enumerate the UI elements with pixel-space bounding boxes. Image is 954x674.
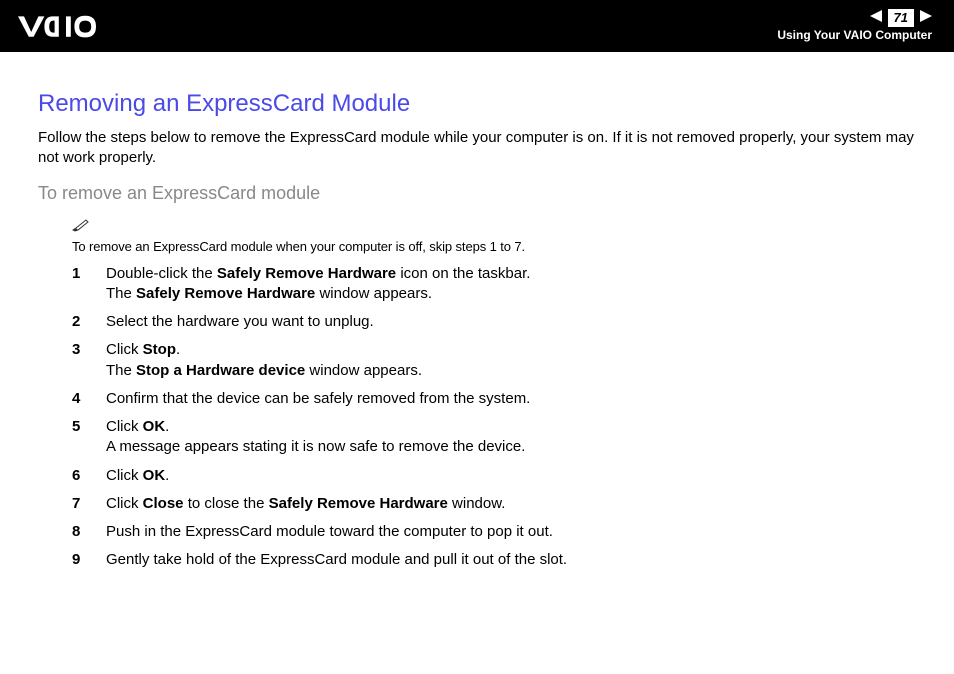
page-nav: 71 [777, 9, 932, 27]
step-8: 8 Push in the ExpressCard module toward … [72, 522, 916, 542]
step-number: 9 [72, 550, 106, 570]
step-5: 5 Click OK. A message appears stating it… [72, 417, 916, 458]
section-subhead: To remove an ExpressCard module [38, 183, 916, 204]
step-text: Gently take hold of the ExpressCard modu… [106, 550, 916, 570]
step-text: Double-click the Safely Remove Hardware … [106, 264, 916, 305]
step-3: 3 Click Stop. The Stop a Hardware device… [72, 340, 916, 381]
page-header: 71 Using Your VAIO Computer [0, 0, 954, 52]
step-text: Click Stop. The Stop a Hardware device w… [106, 340, 916, 381]
page-title: Removing an ExpressCard Module [38, 90, 916, 118]
intro-paragraph: Follow the steps below to remove the Exp… [38, 128, 916, 169]
step-text: Select the hardware you want to unplug. [106, 312, 916, 332]
step-9: 9 Gently take hold of the ExpressCard mo… [72, 550, 916, 570]
step-number: 5 [72, 417, 106, 458]
step-7: 7 Click Close to close the Safely Remove… [72, 494, 916, 514]
step-number: 2 [72, 312, 106, 332]
next-page-arrow-icon[interactable] [918, 9, 932, 27]
step-text: Push in the ExpressCard module toward th… [106, 522, 916, 542]
header-meta: 71 Using Your VAIO Computer [777, 9, 932, 44]
step-text: Click OK. A message appears stating it i… [106, 417, 916, 458]
note-text: To remove an ExpressCard module when you… [72, 239, 916, 254]
step-number: 8 [72, 522, 106, 542]
step-number: 6 [72, 466, 106, 486]
step-text: Confirm that the device can be safely re… [106, 389, 916, 409]
step-number: 3 [72, 340, 106, 381]
step-text: Click OK. [106, 466, 916, 486]
step-2: 2 Select the hardware you want to unplug… [72, 312, 916, 332]
step-1: 1 Double-click the Safely Remove Hardwar… [72, 264, 916, 305]
step-number: 4 [72, 389, 106, 409]
page-content: Removing an ExpressCard Module Follow th… [0, 52, 954, 571]
chapter-title: Using Your VAIO Computer [777, 27, 932, 44]
prev-page-arrow-icon[interactable] [870, 9, 884, 27]
step-text: Click Close to close the Safely Remove H… [106, 494, 916, 514]
page-number: 71 [888, 9, 914, 27]
note-pencil-icon [72, 218, 92, 237]
vaio-logo [18, 13, 138, 39]
step-number: 7 [72, 494, 106, 514]
note-block: To remove an ExpressCard module when you… [72, 218, 916, 254]
step-number: 1 [72, 264, 106, 305]
step-4: 4 Confirm that the device can be safely … [72, 389, 916, 409]
step-6: 6 Click OK. [72, 466, 916, 486]
steps-list: 1 Double-click the Safely Remove Hardwar… [72, 264, 916, 571]
